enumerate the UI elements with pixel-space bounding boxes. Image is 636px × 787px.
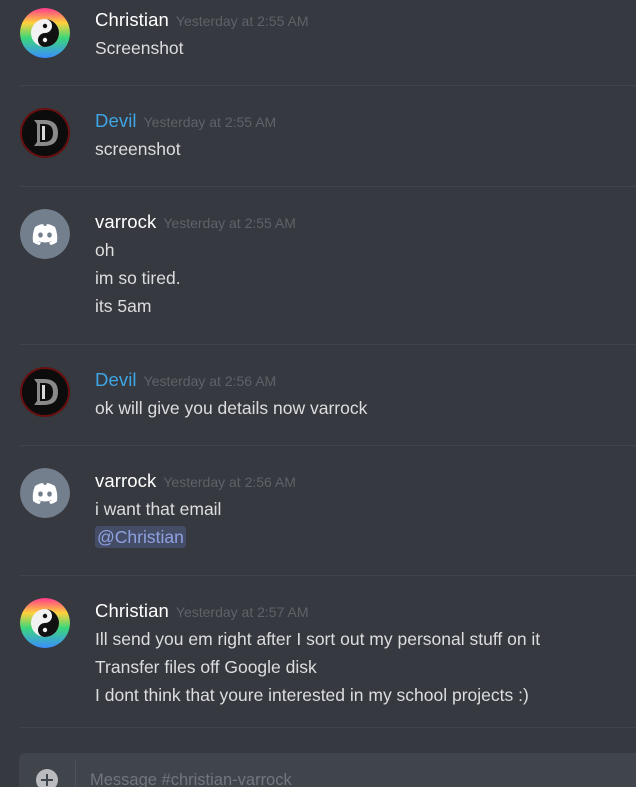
yin-yang-rainbow-icon (20, 598, 70, 648)
yin-yang-rainbow-icon (20, 8, 70, 58)
avatar-devil[interactable] (20, 108, 70, 158)
author-name[interactable]: Christian (95, 600, 169, 621)
message-divider (20, 727, 636, 728)
message-divider (20, 85, 636, 86)
avatar-devil[interactable] (20, 367, 70, 417)
message-text: ok will give you details now varrock (95, 398, 368, 418)
author-name[interactable]: Devil (95, 110, 137, 131)
devil-logo-icon (20, 108, 70, 158)
message-text: i want that email (95, 499, 222, 519)
author-name[interactable]: Christian (95, 9, 169, 30)
message-divider (20, 186, 636, 187)
message-text: screenshot (95, 139, 181, 159)
timestamp: Yesterday at 2:55 AM (143, 114, 277, 130)
message-input[interactable] (88, 768, 612, 787)
avatar-christian[interactable] (20, 8, 70, 58)
message-header: varrock Yesterday at 2:56 AM (95, 470, 296, 492)
message-header: Christian Yesterday at 2:57 AM (95, 600, 308, 622)
message-text: @Christian (95, 526, 186, 548)
timestamp: Yesterday at 2:56 AM (143, 373, 277, 389)
discord-logo-icon (20, 468, 70, 518)
avatar-christian[interactable] (20, 598, 70, 648)
message-text: oh (95, 240, 115, 260)
avatar-varrock[interactable] (20, 209, 70, 259)
plus-circle-icon[interactable] (36, 769, 58, 787)
message-header: varrock Yesterday at 2:55 AM (95, 211, 296, 233)
message-text: Transfer files off Google disk (95, 657, 317, 677)
message-divider (20, 344, 636, 345)
message-text: Ill send you em right after I sort out m… (95, 629, 541, 649)
message-divider (20, 575, 636, 576)
avatar-varrock[interactable] (20, 468, 70, 518)
author-name[interactable]: varrock (95, 470, 156, 491)
message-text: its 5am (95, 296, 152, 316)
chat-messages: Christian Yesterday at 2:55 AM Screenshot… (0, 0, 636, 787)
message-header: Devil Yesterday at 2:55 AM (95, 110, 276, 132)
message-header: Christian Yesterday at 2:55 AM (95, 9, 308, 31)
message-divider (20, 445, 636, 446)
user-mention[interactable]: @Christian (95, 526, 186, 548)
timestamp: Yesterday at 2:55 AM (175, 13, 309, 29)
message-composer (19, 753, 636, 787)
message-header: Devil Yesterday at 2:56 AM (95, 369, 276, 391)
author-name[interactable]: varrock (95, 211, 156, 232)
message-text: I dont think that youre interested in my… (95, 685, 529, 705)
composer-separator (75, 761, 76, 787)
author-name[interactable]: Devil (95, 369, 137, 390)
discord-logo-icon (20, 209, 70, 259)
devil-logo-icon (20, 367, 70, 417)
message-text: Screenshot (95, 38, 184, 58)
message-text: im so tired. (95, 268, 181, 288)
timestamp: Yesterday at 2:56 AM (163, 474, 296, 490)
timestamp: Yesterday at 2:57 AM (175, 604, 309, 620)
timestamp: Yesterday at 2:55 AM (163, 215, 296, 231)
